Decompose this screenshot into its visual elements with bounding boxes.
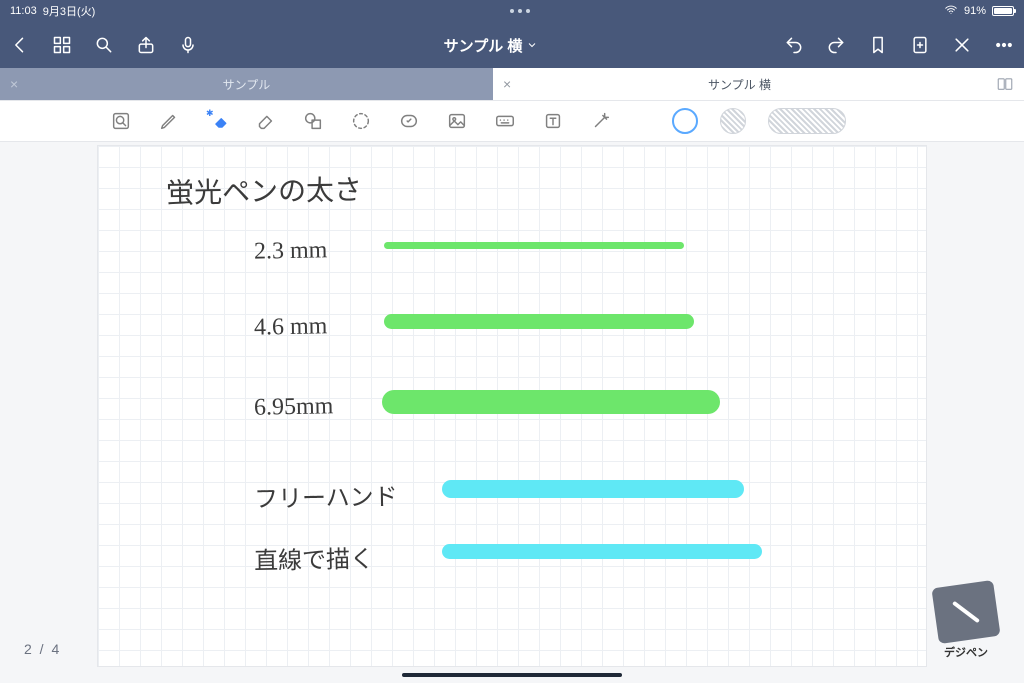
document-tab-active[interactable]: × サンプル 横 <box>493 68 986 100</box>
shape-tool-icon[interactable] <box>300 108 326 134</box>
undo-icon[interactable] <box>784 35 804 55</box>
color-swatch-empty[interactable] <box>720 108 746 134</box>
tab-label: サンプル 横 <box>708 76 771 93</box>
text-tool-icon[interactable] <box>540 108 566 134</box>
keyboard-tool-icon[interactable] <box>492 108 518 134</box>
tab-close-icon[interactable]: × <box>10 76 18 92</box>
more-icon[interactable] <box>994 35 1014 55</box>
color-swatch-current[interactable] <box>672 108 698 134</box>
tab-close-icon[interactable]: × <box>503 76 511 92</box>
watermark-tablet-icon <box>931 580 1000 644</box>
highlight-stroke-straight <box>442 544 762 559</box>
color-swatch-custom[interactable] <box>768 108 846 134</box>
add-page-icon[interactable] <box>910 35 930 55</box>
status-date: 9月3日(火) <box>43 3 96 19</box>
document-title[interactable]: サンプル 横 <box>444 35 539 56</box>
row-label-2: 6.95mm <box>254 393 334 421</box>
highlight-stroke-1 <box>384 314 694 329</box>
highlight-stroke-0 <box>384 242 684 249</box>
back-icon[interactable] <box>10 35 30 55</box>
ipad-status-bar: 11:03 9月3日(火) 91% <box>0 0 1024 22</box>
note-canvas[interactable]: 蛍光ペンの太さ 2.3 mm 4.6 mm 6.95mm フリーハンド 直線で描… <box>98 146 926 666</box>
split-view-icon[interactable] <box>986 68 1024 100</box>
app-navbar: サンプル 横 <box>0 22 1024 68</box>
row-label-0: 2.3 mm <box>254 237 328 265</box>
mic-icon[interactable] <box>178 35 198 55</box>
wifi-icon <box>944 3 958 20</box>
row-label-4: 直線で描く <box>254 539 375 576</box>
note-title: 蛍光ペンの太さ <box>166 168 363 211</box>
redo-icon[interactable] <box>826 35 846 55</box>
search-icon[interactable] <box>94 35 114 55</box>
battery-icon <box>992 6 1014 16</box>
tab-label: サンプル <box>223 76 271 93</box>
watermark: デジペン <box>930 583 1002 661</box>
eraser-tool-icon[interactable]: ✱ <box>204 108 230 134</box>
share-icon[interactable] <box>136 35 156 55</box>
chevron-down-icon <box>526 39 538 51</box>
highlight-stroke-freehand <box>442 480 744 498</box>
multitask-dots[interactable] <box>510 9 530 13</box>
page-counter: 2 / 4 <box>24 641 61 657</box>
document-title-text: サンプル 横 <box>444 35 523 56</box>
image-tool-icon[interactable] <box>444 108 470 134</box>
row-label-3: フリーハンド <box>254 477 398 514</box>
laser-tool-icon[interactable] <box>588 108 614 134</box>
home-indicator[interactable] <box>402 673 622 677</box>
row-label-1: 4.6 mm <box>254 313 328 341</box>
highlighter-tool-icon[interactable] <box>252 108 278 134</box>
document-tab-inactive[interactable]: × サンプル <box>0 68 493 100</box>
bookmark-icon[interactable] <box>868 35 888 55</box>
document-tab-strip: × サンプル × サンプル 横 <box>0 68 1024 100</box>
drawing-toolbar: ✱ <box>0 100 1024 142</box>
sticker-tool-icon[interactable] <box>396 108 422 134</box>
watermark-text: デジペン <box>944 644 988 660</box>
thumbnails-icon[interactable] <box>52 35 72 55</box>
lasso-tool-icon[interactable] <box>348 108 374 134</box>
battery-percent: 91% <box>964 5 986 17</box>
status-time: 11:03 <box>10 5 37 17</box>
close-icon[interactable] <box>952 35 972 55</box>
workspace: 蛍光ペンの太さ 2.3 mm 4.6 mm 6.95mm フリーハンド 直線で描… <box>0 142 1024 683</box>
zoom-tool-icon[interactable] <box>108 108 134 134</box>
highlight-stroke-2 <box>382 390 720 414</box>
pen-tool-icon[interactable] <box>156 108 182 134</box>
